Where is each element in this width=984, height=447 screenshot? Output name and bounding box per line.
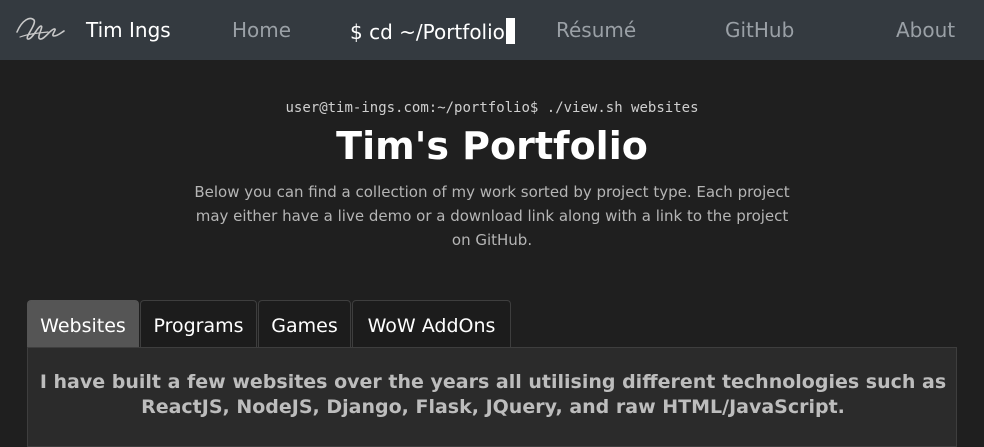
nav-resume[interactable]: Résumé	[556, 18, 636, 42]
text-cursor	[505, 18, 515, 44]
panel-description: I have built a few websites over the yea…	[39, 371, 947, 418]
terminal-prompt: user@tim-ings.com:~/portfolio$ ./view.sh…	[285, 100, 699, 116]
tab-programs[interactable]: Programs	[140, 300, 257, 347]
nav-portfolio-label: $ cd ~/Portfolio	[350, 20, 505, 44]
signature-logo-icon[interactable]	[14, 12, 66, 46]
navbar: Tim Ings Home $ cd ~/Portfolio Résumé Gi…	[0, 0, 984, 60]
brand-name[interactable]: Tim Ings	[86, 18, 171, 42]
nav-home[interactable]: Home	[232, 18, 291, 42]
nav-github[interactable]: GitHub	[725, 18, 794, 42]
tab-wow-addons[interactable]: WoW AddOns	[352, 300, 511, 347]
nav-portfolio[interactable]: $ cd ~/Portfolio	[350, 18, 515, 44]
tab-games[interactable]: Games	[258, 300, 351, 347]
intro-text: Below you can find a collection of my wo…	[194, 183, 790, 249]
tab-websites[interactable]: Websites	[27, 300, 139, 347]
page-title: Tim's Portfolio	[336, 124, 648, 168]
nav-about[interactable]: About	[896, 18, 955, 42]
tab-panel: I have built a few websites over the yea…	[27, 347, 957, 447]
